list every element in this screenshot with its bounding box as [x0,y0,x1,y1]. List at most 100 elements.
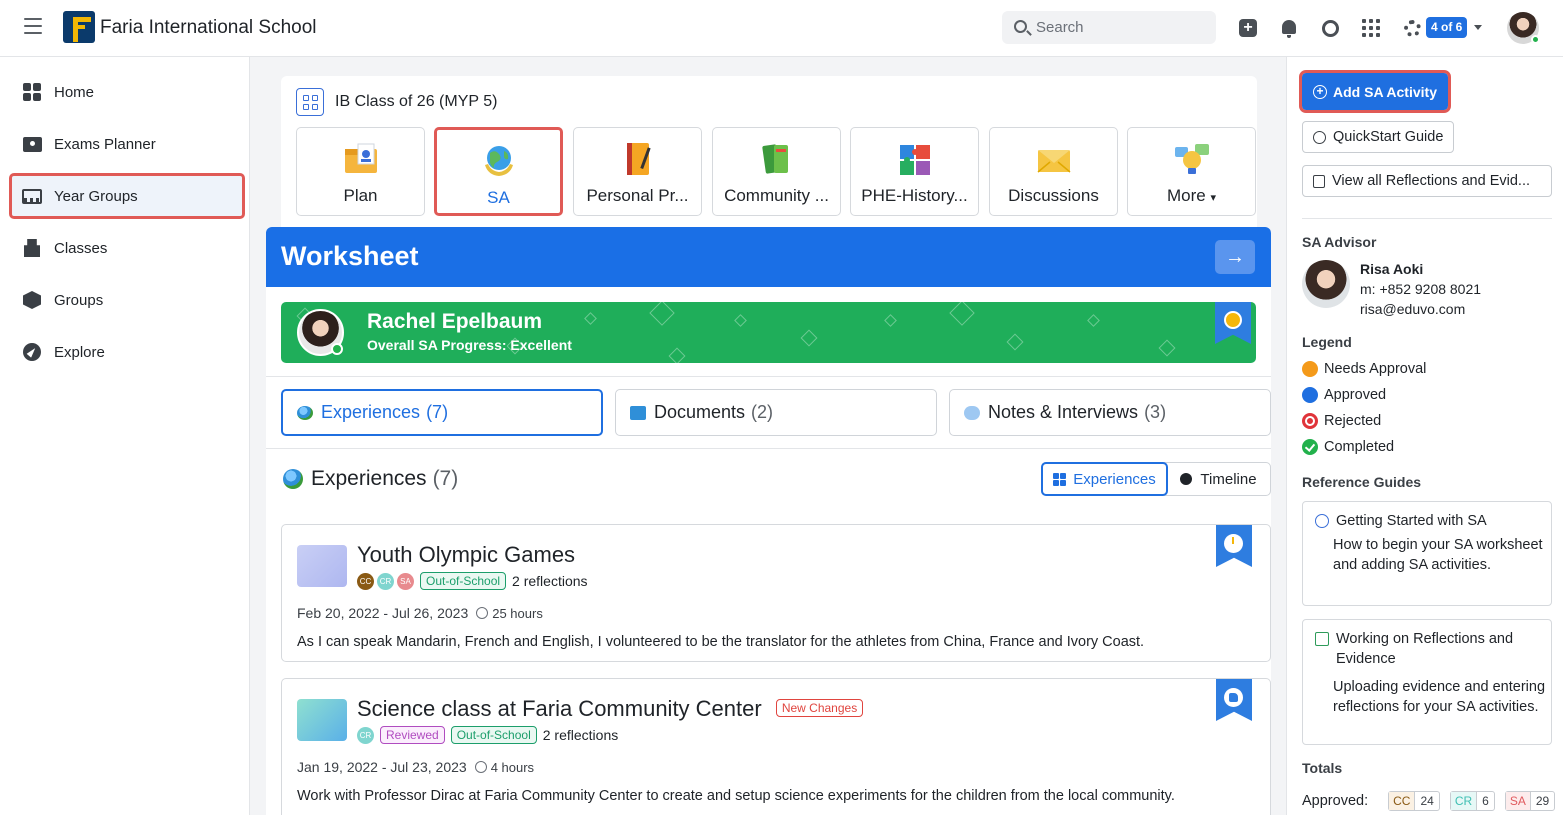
student-name[interactable]: Rachel Epelbaum [367,310,542,334]
legend-rejected: Rejected [1302,413,1381,429]
school-name[interactable]: Faria International School [100,17,317,39]
tab-count: (7) [426,402,449,422]
help-lifering-icon[interactable] [1402,18,1422,38]
hours: 4 hours [490,759,535,775]
reflections-count[interactable]: 2 reflections [543,727,618,743]
section-title: Experiences [311,467,427,490]
decorative-diamond [668,347,686,363]
totals-label: Approved: [1302,793,1369,809]
tile-personal-project[interactable]: Personal Pr... [573,127,702,216]
class-card: IB Class of 26 (MYP 5) Plan SA Personal … [281,76,1257,227]
experience-title[interactable]: Youth Olympic Games [357,542,575,568]
divider [266,376,1271,377]
total-value: 29 [1529,792,1554,810]
view-all-reflections-button[interactable]: View all Reflections and Evid... [1302,165,1552,197]
tile-label: Community ... [724,186,829,205]
explore-icon [22,342,42,362]
tab-experiences[interactable]: Experiences (7) [281,389,603,436]
guide-description: How to begin your SA worksheet and addin… [1333,537,1543,573]
tile-label: Personal Pr... [586,186,689,205]
button-label: View all Reflections and Evid... [1332,173,1531,189]
sidebar-item-groups[interactable]: Groups [12,280,242,320]
plus-circle-icon: + [1313,84,1327,99]
user-avatar[interactable] [1507,12,1540,44]
tile-discussions[interactable]: Discussions [989,127,1118,216]
search-input[interactable] [1036,17,1206,38]
needs-approval-icon [1302,361,1318,377]
arrow-right-icon[interactable]: → [1215,240,1255,274]
quickstart-guide-button[interactable]: QuickStart Guide [1302,121,1455,153]
tile-plan[interactable]: Plan [296,127,425,216]
view-timeline-button[interactable]: Timeline [1168,463,1269,495]
tile-phe-history[interactable]: PHE-History... [850,127,979,216]
apps-grid-icon[interactable] [1361,18,1381,38]
hamburger-menu-icon[interactable] [24,18,42,36]
view-label: Experiences [1073,470,1156,488]
sidebar-item-label: Exams Planner [54,135,156,153]
puzzle-icon [899,145,930,175]
total-key: CR [1450,792,1477,810]
experience-card[interactable]: Science class at Faria Community Center … [281,678,1271,815]
worksheet-header: Worksheet → [266,227,1271,287]
notebook-icon [626,143,651,175]
year-groups-icon [22,186,42,206]
worksheet-title: Worksheet [281,241,419,271]
advisor-avatar[interactable] [1302,260,1350,308]
experience-thumbnail [297,545,347,587]
books-icon [761,144,788,174]
experience-dates: Feb 20, 2022 - Jul 26, 2023 25 hours [297,605,543,621]
top-bar: Faria International School + 4 of 6 [0,0,1563,57]
tab-notes-interviews[interactable]: Notes & Interviews (3) [949,389,1271,436]
out-of-school-pill: Out-of-School [450,726,537,744]
search-box[interactable] [1002,11,1216,44]
decorative-diamond [649,302,675,326]
globe-hands-icon [484,146,513,176]
tile-sa[interactable]: SA [434,127,563,216]
bell-icon[interactable] [1279,18,1299,38]
online-status-dot [1531,35,1540,44]
guide-getting-started[interactable]: Getting Started with SA How to begin you… [1302,501,1552,606]
chevron-down-icon[interactable] [1474,25,1482,30]
sidebar-item-explore[interactable]: Explore [12,332,242,372]
onboarding-progress-badge[interactable]: 4 of 6 [1426,17,1468,38]
experiences-heading: Experiences (7) [283,467,458,491]
tile-community[interactable]: Community ... [712,127,841,216]
student-avatar[interactable] [297,309,344,356]
view-label: Timeline [1200,470,1257,488]
progress-ribbon [1215,302,1251,344]
tile-more[interactable]: More ▾ [1127,127,1256,216]
tag-cc: CC [357,572,374,590]
advisor-phone: m: +852 9208 8021 [1360,281,1482,297]
tab-count: (2) [751,402,774,422]
sidebar-item-exams-planner[interactable]: Exams Planner [12,124,242,164]
sidebar-item-home[interactable]: Home [12,72,242,112]
tab-count: (3) [1144,402,1167,422]
sidebar-item-classes[interactable]: Classes [12,228,242,268]
lifering-icon [1313,130,1326,144]
experience-tags: CR Reviewed Out-of-School 2 reflections [357,726,618,744]
experience-title[interactable]: Science class at Faria Community Center [357,696,762,721]
reflections-count[interactable]: 2 reflections [512,573,587,589]
experience-card[interactable]: Youth Olympic Games CC CR SA Out-of-Scho… [281,524,1271,662]
sidebar-item-year-groups[interactable]: Year Groups [9,173,245,219]
tag-cr: CR [357,726,374,744]
groups-icon [22,290,42,310]
approved-icon [1302,387,1318,403]
totals-row: Approved: CC 24 CR 6 SA 29 [1302,791,1556,811]
sidebar-item-label: Groups [54,291,104,309]
guide-reflections-evidence[interactable]: Working on Reflections and Evidence Uplo… [1302,619,1552,745]
completed-icon [1302,439,1318,455]
worksheet-body: Rachel Epelbaum Overall SA Progress: Exc… [266,287,1271,815]
view-experiences-button[interactable]: Experiences [1041,462,1168,496]
tab-documents[interactable]: Documents (2) [615,389,937,436]
new-changes-badge: New Changes [775,699,864,717]
school-logo[interactable] [63,11,95,43]
add-icon[interactable]: + [1238,18,1258,38]
lightbulb-icon [1174,144,1209,174]
advisor-email[interactable]: risa@eduvo.com [1360,301,1465,317]
add-sa-activity-button[interactable]: + Add SA Activity [1299,70,1451,113]
tile-label: Discussions [1008,186,1099,205]
sidebar-item-label: Explore [54,343,105,361]
chat-icon[interactable] [1320,18,1340,38]
divider [266,448,1271,449]
